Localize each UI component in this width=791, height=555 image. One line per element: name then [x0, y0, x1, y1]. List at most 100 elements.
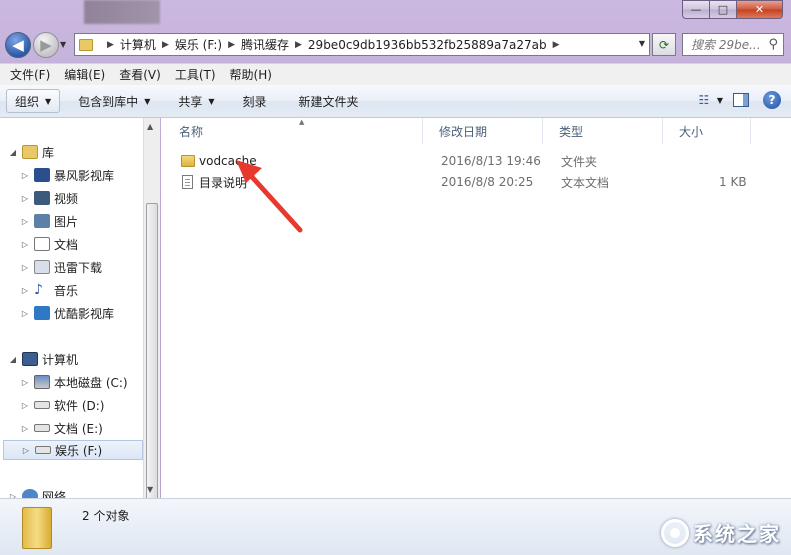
nav-label: 图片 [54, 214, 79, 229]
item-count: 2 个对象 [82, 509, 130, 523]
text-document-icon [182, 175, 193, 189]
expanded-triangle-icon[interactable]: ◢ [8, 355, 18, 364]
chevron-right-icon[interactable]: ▶ [107, 40, 114, 50]
nav-label: 暴风影视库 [54, 168, 115, 183]
file-row[interactable]: 目录说明 2016/8/8 20:25 文本文档 1 KB [179, 172, 779, 192]
collapsed-triangle-icon[interactable]: ▷ [20, 424, 30, 433]
nav-label: 软件 (D:) [54, 398, 105, 413]
nav-item-drive-e[interactable]: ▷ 文档 (E:) [20, 418, 103, 438]
address-bar[interactable]: ▶ 计算机 ▶ 娱乐 (F:) ▶ 腾讯缓存 ▶ 29be0c9db1936bb… [74, 33, 650, 56]
nav-label: 计算机 [42, 352, 79, 367]
organize-button[interactable]: 组织 ▼ [6, 89, 61, 113]
collapsed-triangle-icon[interactable]: ▷ [20, 401, 30, 410]
collapsed-triangle-icon[interactable]: ▷ [20, 286, 30, 295]
collapsed-triangle-icon[interactable]: ▷ [20, 217, 30, 226]
nav-item-computer[interactable]: ◢ 计算机 [8, 349, 78, 369]
collapsed-triangle-icon[interactable]: ▷ [20, 263, 30, 272]
nav-item-drive-c[interactable]: ▷ 本地磁盘 (C:) [20, 372, 128, 392]
column-header-modified[interactable]: 修改日期 [423, 118, 543, 144]
scroll-down-icon[interactable]: ▼ [147, 485, 153, 494]
collapsed-triangle-icon[interactable]: ▷ [20, 309, 30, 318]
breadcrumb-tencent-cache[interactable]: 腾讯缓存 [241, 36, 289, 53]
breadcrumb-current-folder[interactable]: 29be0c9db1936bb532fb25889a7a27ab [308, 38, 547, 52]
preview-pane-icon[interactable] [733, 93, 749, 107]
forward-button[interactable]: ▶ [33, 32, 59, 58]
documents-icon [34, 237, 50, 251]
chevron-down-icon: ▼ [144, 96, 151, 106]
column-header-name[interactable]: 名称 ▲ [161, 118, 423, 144]
scrollbar-thumb[interactable] [146, 203, 158, 533]
computer-icon [22, 352, 38, 366]
refresh-button[interactable]: ⟳ [652, 33, 676, 56]
nav-item-pictures[interactable]: ▷ 图片 [20, 211, 78, 231]
watermark: 系统之家 [661, 518, 781, 547]
close-button[interactable]: ✕ [737, 0, 783, 19]
collapsed-triangle-icon[interactable]: ▷ [20, 378, 30, 387]
menu-tools[interactable]: 工具(T) [175, 66, 216, 83]
breadcrumb-drive-f[interactable]: 娱乐 (F:) [175, 36, 222, 53]
nav-label: 迅雷下载 [54, 260, 103, 275]
nav-item-thunder-downloads[interactable]: ▷ 迅雷下载 [20, 257, 102, 277]
nav-item-libraries[interactable]: ◢ 库 [8, 142, 54, 162]
nav-label: 网络 [42, 489, 67, 499]
file-name[interactable]: vodcache [199, 154, 257, 168]
menu-edit[interactable]: 编辑(E) [64, 66, 105, 83]
menu-help[interactable]: 帮助(H) [230, 66, 272, 83]
nav-item-drive-d[interactable]: ▷ 软件 (D:) [20, 395, 105, 415]
nav-label: 文档 (E:) [54, 421, 103, 436]
share-label: 共享 [178, 94, 203, 109]
expanded-triangle-icon[interactable]: ◢ [8, 148, 18, 157]
nav-item-videos[interactable]: ▷ 视频 [20, 188, 78, 208]
file-modified: 2016/8/13 19:46 [441, 154, 541, 168]
scroll-up-icon[interactable]: ▲ [147, 122, 153, 131]
file-name[interactable]: 目录说明 [199, 174, 247, 191]
view-options-icon[interactable]: ☷ [693, 89, 715, 111]
music-note-icon: ♪ [34, 282, 43, 298]
nav-item-music[interactable]: ▷ ♪ 音乐 [20, 280, 78, 300]
nav-item-network[interactable]: ▷ 网络 [8, 486, 66, 498]
caption-buttons: — □ ✕ [682, 0, 783, 20]
menu-view[interactable]: 查看(V) [119, 66, 161, 83]
breadcrumb-computer[interactable]: 计算机 [120, 36, 156, 53]
menu-bar: 文件(F) 编辑(E) 查看(V) 工具(T) 帮助(H) [0, 63, 791, 85]
collapsed-triangle-icon[interactable]: ▷ [20, 171, 30, 180]
column-header-type[interactable]: 类型 [543, 118, 663, 144]
share-button[interactable]: 共享 ▼ [170, 89, 222, 113]
nav-label: 娱乐 (F:) [55, 443, 103, 458]
videos-icon [34, 191, 50, 205]
file-size: 1 KB [719, 175, 747, 189]
search-box[interactable]: ⚲ [682, 33, 784, 56]
navigation-scrollbar[interactable]: ▲ ▼ [143, 118, 160, 533]
nav-item-youku-library[interactable]: ▷ 优酷影视库 [20, 303, 114, 323]
refresh-icon: ⟳ [658, 37, 670, 52]
search-input[interactable] [691, 37, 761, 52]
chevron-right-icon[interactable]: ▶ [553, 40, 560, 50]
file-row[interactable]: vodcache 2016/8/13 19:46 文件夹 [179, 151, 779, 171]
include-in-library-button[interactable]: 包含到库中 ▼ [70, 89, 158, 113]
window-title-blurred [84, 0, 160, 24]
downloads-icon [34, 260, 50, 274]
chevron-right-icon[interactable]: ▶ [162, 40, 169, 50]
collapsed-triangle-icon[interactable]: ▷ [21, 446, 31, 455]
chevron-right-icon[interactable]: ▶ [228, 40, 235, 50]
collapsed-triangle-icon[interactable]: ▷ [20, 240, 30, 249]
chevron-down-icon[interactable]: ▼ [717, 96, 723, 105]
new-folder-button[interactable]: 新建文件夹 [291, 89, 367, 113]
back-button[interactable]: ◀ [5, 32, 31, 58]
pictures-icon [34, 214, 50, 228]
minimize-button[interactable]: — [682, 0, 710, 19]
nav-item-baofeng-library[interactable]: ▷ 暴风影视库 [20, 165, 114, 185]
nav-item-documents[interactable]: ▷ 文档 [20, 234, 78, 254]
column-label: 类型 [559, 124, 584, 139]
address-history-dropdown[interactable]: ▼ [639, 39, 645, 48]
nav-item-drive-f[interactable]: ▷ 娱乐 (F:) [3, 440, 143, 460]
collapsed-triangle-icon[interactable]: ▷ [20, 194, 30, 203]
menu-file[interactable]: 文件(F) [10, 66, 50, 83]
recent-pages-dropdown[interactable]: ▼ [60, 40, 66, 49]
help-icon[interactable]: ? [763, 91, 781, 109]
column-header-size[interactable]: 大小 [663, 118, 751, 144]
search-icon[interactable]: ⚲ [768, 37, 778, 52]
maximize-button[interactable]: □ [710, 0, 737, 19]
chevron-right-icon[interactable]: ▶ [295, 40, 302, 50]
burn-button[interactable]: 刻录 [235, 89, 275, 113]
